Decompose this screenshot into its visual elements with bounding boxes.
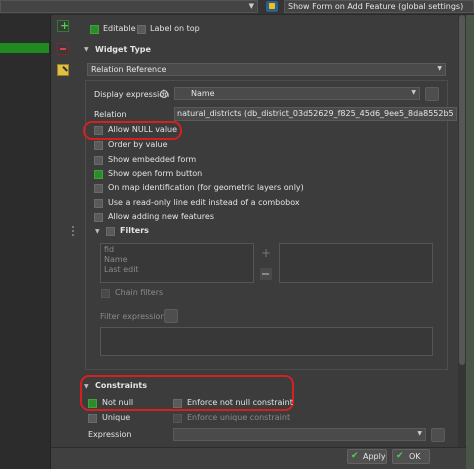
enforce-unique-checkbox[interactable] <box>173 414 182 423</box>
relation-label: Relation <box>94 110 127 119</box>
remove-filter-field-button[interactable] <box>260 268 272 280</box>
read-only-line-edit-checkbox[interactable] <box>94 199 103 208</box>
expression-builder-button[interactable] <box>425 87 439 101</box>
plus-icon: + <box>261 246 272 260</box>
filter-expression-label: Filter expression <box>100 312 166 321</box>
order-by-value-label: Order by value <box>108 140 168 149</box>
add-field-button[interactable]: + <box>57 19 70 32</box>
fields-list-panel <box>0 15 51 469</box>
add-filter-field-button[interactable]: + <box>260 246 272 261</box>
show-form-label: Show Form on Add Feature (global setting… <box>288 2 464 11</box>
enforce-unique-label: Enforce unique constraint <box>187 413 291 422</box>
widget-type-header: Widget Type <box>95 45 151 54</box>
list-item[interactable]: Last edit <box>104 265 139 274</box>
remove-field-button[interactable] <box>57 43 69 55</box>
available-filter-fields-list[interactable]: fid Name Last edit <box>100 243 254 283</box>
chevron-down-icon: ▼ <box>84 46 89 53</box>
relation-combobox[interactable]: natural_districts (db_district_03d52629_… <box>174 107 457 121</box>
map-canvas-strip <box>466 15 474 469</box>
list-item[interactable]: Name <box>104 255 128 264</box>
filters-checkbox[interactable] <box>106 227 115 236</box>
check-icon: ✔ <box>351 451 359 461</box>
map-identification-checkbox[interactable] <box>94 184 103 193</box>
not-null-checkbox[interactable] <box>88 399 97 408</box>
allow-adding-features-checkbox[interactable] <box>94 213 103 222</box>
editable-checkbox[interactable] <box>90 25 99 34</box>
show-form-dropdown[interactable]: Show Form on Add Feature (global setting… <box>284 0 474 13</box>
chain-filters-checkbox[interactable] <box>101 289 110 298</box>
chevron-down-icon: ▼ <box>95 228 100 235</box>
expression-label: Expression <box>88 430 132 439</box>
editable-label: Editable <box>103 24 136 33</box>
check-icon: ✔ <box>396 451 404 461</box>
ok-button[interactable]: ✔ OK <box>392 449 430 464</box>
map-identification-label: On map identification (for geometric lay… <box>108 183 304 192</box>
widget-type-combobox[interactable]: Relation Reference ▼ <box>87 63 446 76</box>
allow-adding-features-label: Allow adding new features <box>108 212 214 221</box>
filter-expression-editor[interactable] <box>100 327 433 356</box>
chevron-down-icon: ▼ <box>84 383 89 390</box>
splitter-handle[interactable] <box>72 226 75 240</box>
selected-filter-fields-list[interactable] <box>279 243 433 283</box>
display-expression-label: Display expression <box>94 90 170 99</box>
ok-label: OK <box>409 452 421 461</box>
unique-checkbox[interactable] <box>88 414 97 423</box>
enforce-not-null-label: Enforce not null constraint <box>187 398 293 407</box>
field-calculator-button[interactable] <box>57 64 69 76</box>
constraints-header: Constraints <box>95 381 148 390</box>
display-expression-value: Name <box>191 89 215 98</box>
top-left-dropdown[interactable]: ▼ <box>0 0 258 13</box>
chevron-down-icon: ▼ <box>417 430 422 437</box>
apply-label: Apply <box>363 452 386 461</box>
order-by-value-checkbox[interactable] <box>94 141 103 150</box>
unique-label: Unique <box>102 413 131 422</box>
list-item[interactable]: fid <box>104 245 114 254</box>
info-icon: i <box>160 89 168 98</box>
read-only-line-edit-label: Use a read-only line edit instead of a c… <box>108 198 300 207</box>
chevron-down-icon: ▼ <box>437 65 442 72</box>
show-open-form-button-checkbox[interactable] <box>94 170 103 179</box>
chevron-down-icon: ▼ <box>411 89 416 96</box>
widget-type-value: Relation Reference <box>91 65 167 74</box>
chain-filters-label: Chain filters <box>115 288 164 297</box>
constraint-expression-field[interactable]: ▼ <box>173 428 426 441</box>
not-null-label: Not null <box>102 398 134 407</box>
plus-icon: + <box>60 19 70 32</box>
selected-field-row[interactable] <box>0 43 49 53</box>
label-on-top-checkbox[interactable] <box>137 25 146 34</box>
chevron-down-icon: ▼ <box>248 2 254 10</box>
display-expression-combobox[interactable]: Name ▼ <box>174 87 420 100</box>
relation-value: natural_districts (db_district_03d52629_… <box>177 109 454 118</box>
label-on-top-label: Label on top <box>150 24 200 33</box>
python-icon[interactable] <box>266 1 278 12</box>
show-embedded-form-label: Show embedded form <box>108 155 197 164</box>
filter-expression-button[interactable] <box>164 309 178 323</box>
apply-button[interactable]: ✔ Apply <box>347 449 387 464</box>
constraint-expression-button[interactable] <box>431 428 445 442</box>
show-embedded-form-checkbox[interactable] <box>94 156 103 165</box>
filters-label: Filters <box>120 226 149 235</box>
vertical-scrollbar[interactable] <box>458 15 466 455</box>
show-open-form-button-label: Show open form button <box>108 169 203 178</box>
allow-null-highlight <box>83 121 182 140</box>
enforce-not-null-checkbox[interactable] <box>173 399 182 408</box>
